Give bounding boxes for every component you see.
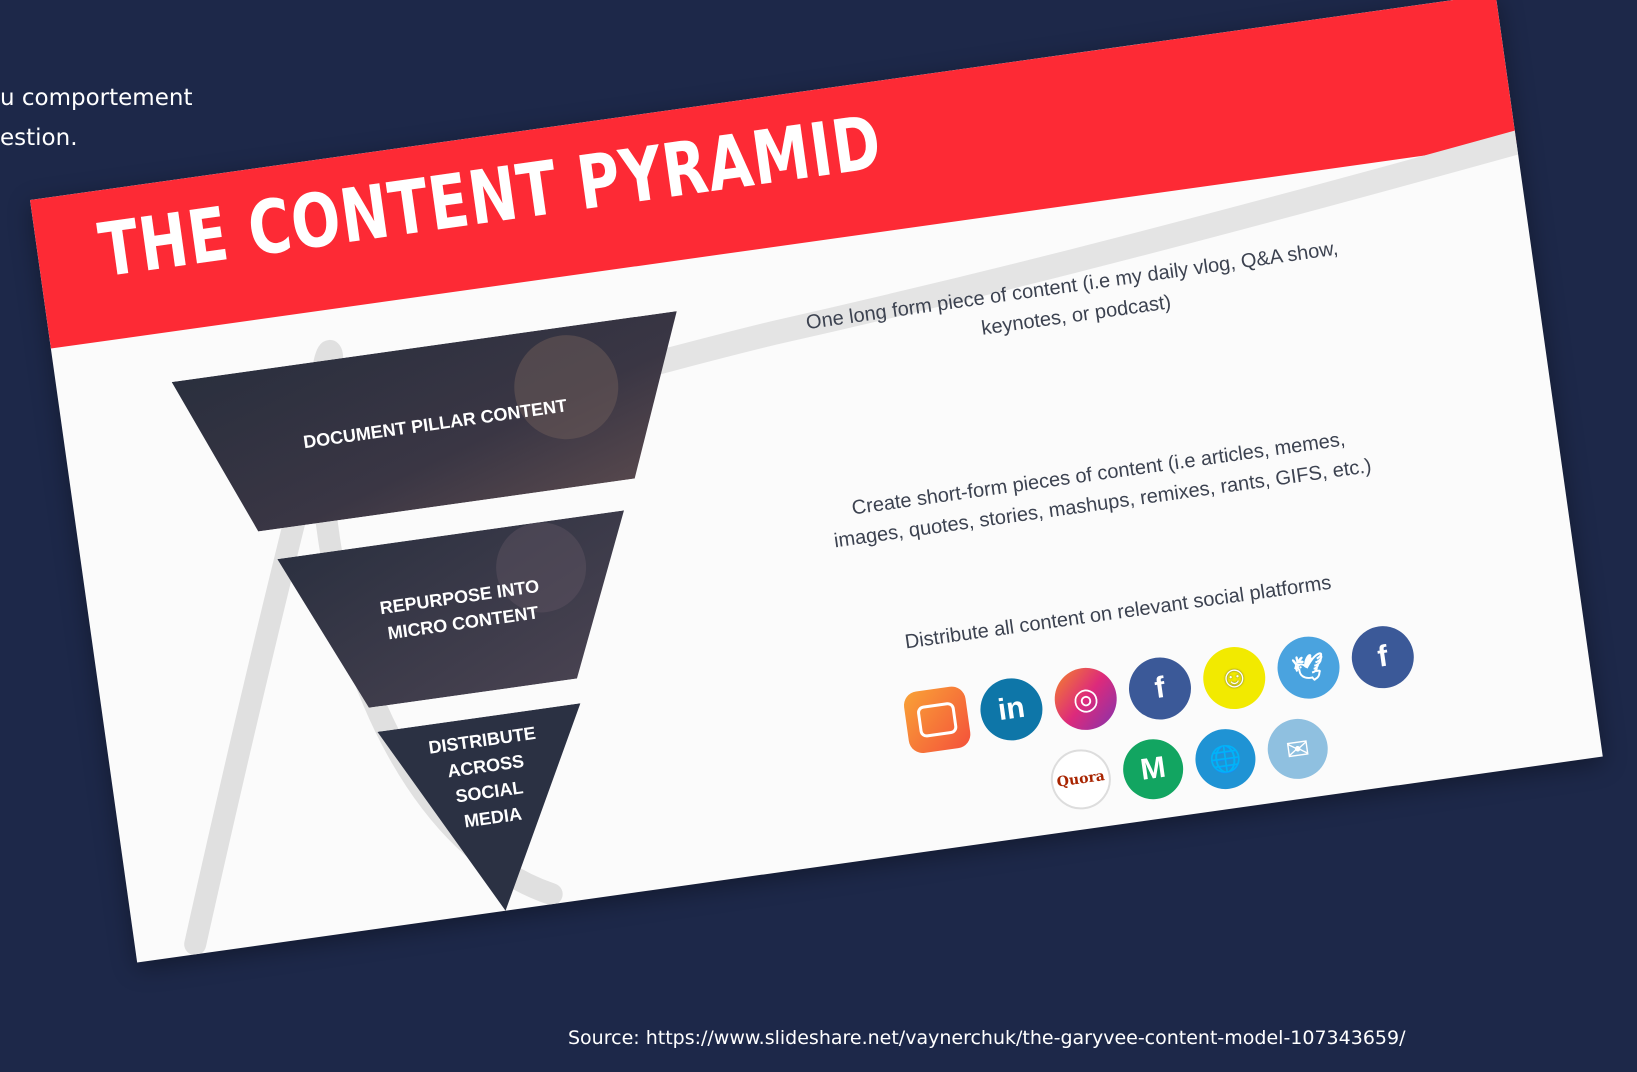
facebook-icon: f <box>1124 653 1195 724</box>
partial-text-line-1: u comportement <box>0 85 193 111</box>
linkedin-icon: in <box>976 674 1047 745</box>
igtv-icon <box>902 684 973 755</box>
tier-3-label: DISTRIBUTE ACROSS SOCIAL MEDIA <box>427 722 537 832</box>
facebook-icon: f <box>1347 622 1418 693</box>
twitter-icon: 🕊 <box>1273 632 1344 703</box>
snapchat-icon: ☺ <box>1199 643 1270 714</box>
partial-slide-text: u comportement estion. <box>0 78 192 158</box>
instagram-icon: ◎ <box>1050 663 1121 734</box>
web-icon: 🌐 <box>1191 725 1260 793</box>
source-caption: Source: https://www.slideshare.net/vayne… <box>568 1027 1406 1049</box>
partial-text-line-2: estion. <box>0 125 78 151</box>
medium-icon: M <box>1119 735 1188 804</box>
email-icon: ✉ <box>1263 715 1332 783</box>
quora-icon: Quora <box>1046 745 1115 814</box>
content-pyramid-slide: THE CONTENT PYRAMID DOCUMENT PILLAR CONT… <box>30 0 1603 963</box>
